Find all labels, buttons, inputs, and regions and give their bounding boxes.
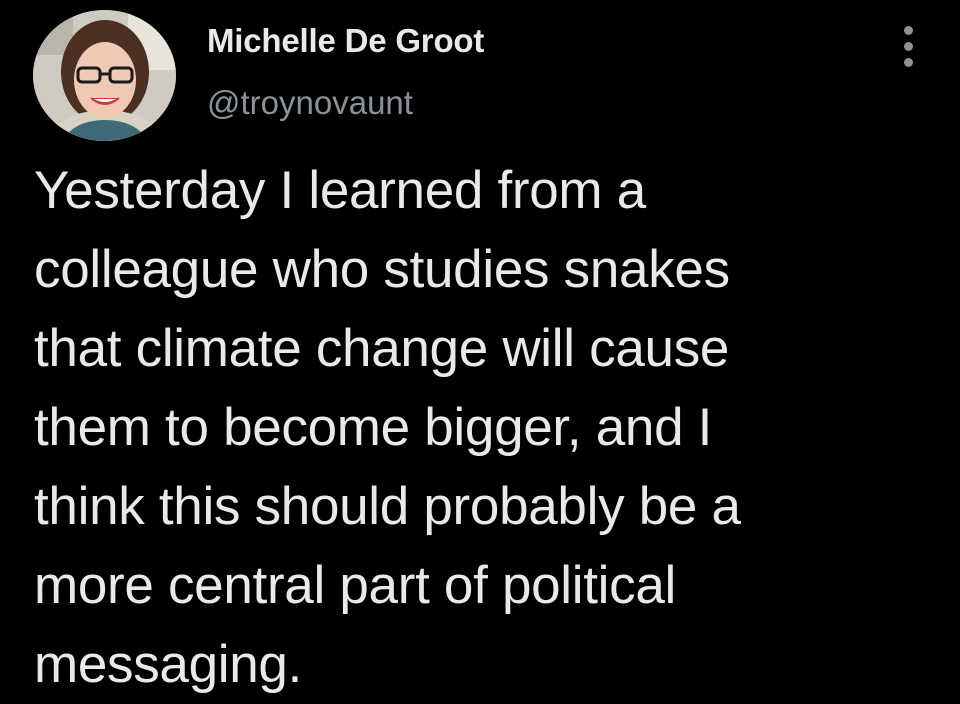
more-options-button[interactable] xyxy=(895,22,923,72)
more-options-icon xyxy=(904,42,913,51)
author-handle[interactable]: @troynovaunt xyxy=(207,84,413,122)
author-avatar[interactable] xyxy=(33,10,176,141)
tweet-body-text: Yesterday I learned from a colleague who… xyxy=(34,161,741,694)
tweet-card: Michelle De Groot @troynovaunt Yesterday… xyxy=(0,0,960,694)
more-options-icon xyxy=(904,58,913,67)
profile-photo-icon xyxy=(33,10,176,141)
author-display-name[interactable]: Michelle De Groot xyxy=(207,22,484,60)
more-options-icon xyxy=(904,26,913,35)
